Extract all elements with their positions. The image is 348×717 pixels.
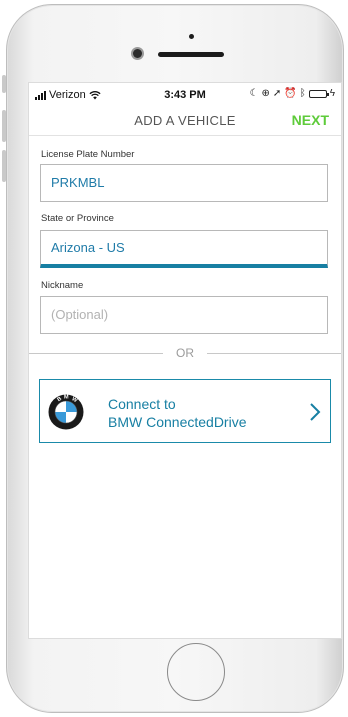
- navigation-bar: ADD A VEHICLE NEXT: [29, 105, 341, 136]
- status-right: ☾ ⊕ ➚ ⏰ ᛒ ϟ: [250, 88, 336, 99]
- status-bar: Verizon 3:43 PM ☾ ⊕ ➚ ⏰ ᛒ ϟ: [29, 83, 341, 105]
- charging-icon: ϟ: [329, 88, 335, 99]
- connect-line2: BMW ConnectedDrive: [108, 414, 247, 430]
- connect-bmw-label: Connect to BMW ConnectedDrive: [108, 395, 247, 431]
- phone-screen: Verizon 3:43 PM ☾ ⊕ ➚ ⏰ ᛒ ϟ ADD A VEHICL…: [28, 82, 342, 639]
- connect-bmw-button[interactable]: B M W Connect to BMW ConnectedDrive: [39, 379, 331, 443]
- lock-rotation-icon: ⊕: [261, 88, 270, 99]
- state-select[interactable]: Arizona - US: [40, 230, 328, 268]
- license-plate-input[interactable]: PRKMBL: [40, 164, 328, 202]
- connect-line1: Connect to: [108, 396, 176, 412]
- home-button[interactable]: [167, 643, 225, 701]
- nickname-input[interactable]: (Optional): [40, 296, 328, 334]
- volume-up-button: [2, 110, 6, 142]
- bluetooth-icon: ᛒ: [299, 88, 306, 99]
- proximity-sensor: [189, 34, 194, 39]
- bmw-logo-letter-m: M: [64, 395, 69, 401]
- chevron-right-icon: [310, 403, 321, 421]
- volume-down-button: [2, 150, 6, 182]
- location-arrow-icon: ➚: [272, 88, 282, 99]
- license-plate-label: License Plate Number: [41, 149, 135, 160]
- mute-switch: [2, 75, 6, 93]
- divider-line-right: [207, 353, 341, 354]
- alarm-icon: ⏰: [284, 88, 297, 99]
- front-camera: [133, 49, 142, 58]
- state-label: State or Province: [41, 213, 114, 224]
- bmw-logo-icon: B M W: [48, 394, 84, 430]
- moon-icon: ☾: [249, 88, 259, 99]
- battery-icon: [308, 89, 329, 98]
- earpiece-speaker: [158, 52, 224, 57]
- nickname-label: Nickname: [41, 280, 84, 291]
- next-button[interactable]: NEXT: [292, 112, 329, 128]
- or-divider: OR: [29, 346, 341, 360]
